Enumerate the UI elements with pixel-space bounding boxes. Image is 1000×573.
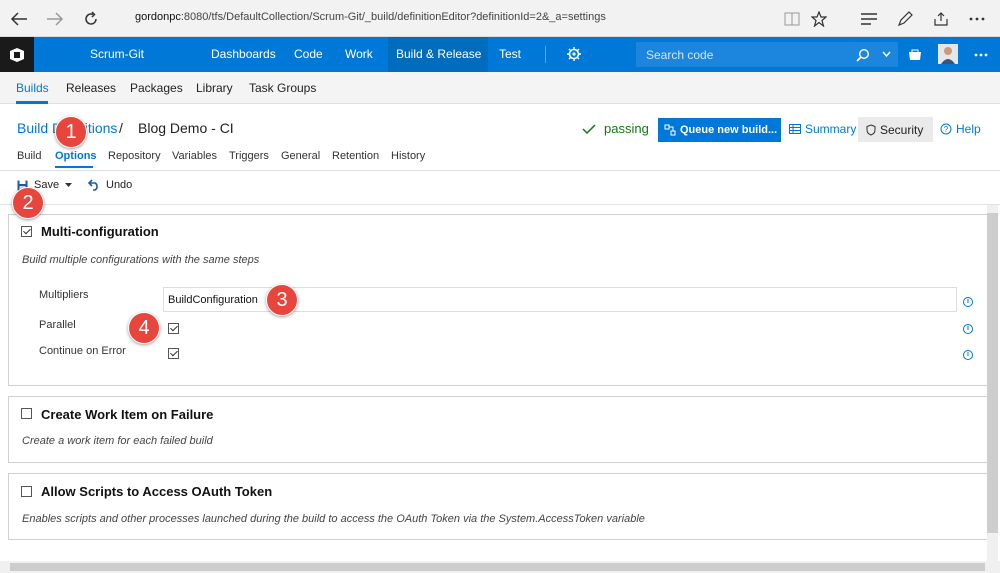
subnav-packages[interactable]: Packages [130,81,183,95]
undo-icon [88,179,100,191]
tab-build[interactable]: Build [17,150,41,162]
help-label: Help [956,122,981,136]
star-icon[interactable] [806,6,832,32]
multi-configuration-description: Build multiple configurations with the s… [22,254,260,266]
build-status-text: passing [604,121,649,136]
caret-down-icon [65,183,73,187]
parallel-info-icon[interactable]: i [963,324,973,334]
tab-triggers[interactable]: Triggers [229,150,269,162]
arrow-left-icon[interactable] [6,6,32,32]
avatar[interactable] [938,44,958,64]
search-icon[interactable] [856,48,870,62]
browser-toolbar: gordonpc:8080/tfs/DefaultCollection/Scru… [0,0,1000,37]
security-label: Security [880,122,924,137]
create-work-item-section: Create Work Item on Failure Create a wor… [8,396,988,463]
create-work-item-checkbox[interactable] [21,408,32,419]
chevron-down-icon[interactable] [882,51,891,57]
share-icon[interactable] [928,6,954,32]
search-placeholder: Search code [646,48,714,62]
subnav-releases[interactable]: Releases [66,81,116,95]
oauth-token-checkbox[interactable] [21,486,32,497]
help-icon: ? [940,123,952,135]
undo-label: Undo [106,179,133,191]
tab-options[interactable]: Options [55,150,97,162]
project-name[interactable]: Scrum-Git [90,47,144,61]
continue-on-error-checkbox[interactable] [168,348,179,359]
sub-navigation: Builds Releases Packages Library Task Gr… [0,72,1000,104]
callout-3: 3 [266,284,298,316]
tab-variables[interactable]: Variables [172,150,217,162]
callout-1: 1 [55,116,87,148]
nav-divider [545,46,546,63]
grid-icon [789,124,801,134]
ellipsis-icon[interactable] [974,53,988,57]
summary-button[interactable]: Summary [789,122,856,136]
queue-build-button[interactable]: Queue new build... [658,118,781,142]
continue-on-error-label: Continue on Error [39,345,126,357]
nav-work[interactable]: Work [345,47,373,61]
tab-history[interactable]: History [391,150,425,162]
ellipsis-icon[interactable] [964,6,990,32]
multi-configuration-checkbox[interactable] [21,226,32,237]
tab-repository[interactable]: Repository [108,150,161,162]
parallel-checkbox[interactable] [168,323,179,334]
tab-retention[interactable]: Retention [332,150,379,162]
oauth-token-section: Allow Scripts to Access OAuth Token Enab… [8,473,988,540]
create-work-item-title: Create Work Item on Failure [41,407,214,422]
continue-on-error-info-icon[interactable]: i [963,350,973,360]
page-title: Blog Demo - CI [138,120,234,136]
queue-build-label: Queue new build... [680,124,778,136]
arrow-right-icon[interactable] [42,6,68,32]
shopping-bag-icon[interactable] [908,48,922,61]
nav-build-release[interactable]: Build & Release [396,47,481,61]
parallel-label: Parallel [39,319,76,331]
multipliers-label: Multipliers [39,289,89,301]
undo-button[interactable]: Undo [88,179,132,191]
subnav-task-groups[interactable]: Task Groups [249,81,316,95]
gear-icon[interactable] [567,47,581,61]
tabs-divider [0,170,1000,171]
callout-4: 4 [128,312,160,344]
address-bar[interactable]: gordonpc:8080/tfs/DefaultCollection/Scru… [135,11,606,23]
build-status-badge: passing [582,121,649,136]
active-subnav-underline [16,101,48,104]
tab-general[interactable]: General [281,150,320,162]
queue-icon [664,124,676,136]
oauth-token-description: Enables scripts and other processes laun… [22,513,645,525]
callout-2: 2 [12,187,44,219]
subnav-library[interactable]: Library [196,81,233,95]
active-tab-underline [55,166,93,168]
create-work-item-description: Create a work item for each failed build [22,435,213,447]
shield-icon [866,123,876,136]
save-label: Save [34,179,60,191]
subnav-builds[interactable]: Builds [16,81,49,95]
summary-label: Summary [805,122,857,136]
oauth-token-title: Allow Scripts to Access OAuth Token [41,484,273,499]
book-icon[interactable] [779,6,805,32]
multipliers-info-icon[interactable]: i [963,297,973,307]
nav-test[interactable]: Test [499,47,521,61]
url-host: gordonpc [135,11,181,23]
top-header: Scrum-Git Dashboards Code Work Build & R… [0,37,1000,72]
check-icon [582,123,596,134]
pen-icon[interactable] [892,6,918,32]
toolbar-divider [0,204,1000,205]
nav-code[interactable]: Code [294,47,323,61]
security-button[interactable]: Security [858,117,933,142]
breadcrumb-separator: / [119,120,123,136]
vertical-scrollbar-thumb[interactable] [987,213,998,533]
help-button[interactable]: ? Help [940,122,981,136]
multi-configuration-title: Multi-configuration [41,224,159,239]
horizontal-scrollbar-thumb[interactable] [10,563,985,571]
vsts-logo-icon[interactable] [0,37,34,72]
refresh-icon[interactable] [78,6,104,32]
url-path: :8080/tfs/DefaultCollection/Scrum-Git/_b… [180,11,606,23]
hub-lines-icon[interactable] [856,6,882,32]
svg-text:?: ? [944,125,949,134]
nav-dashboards[interactable]: Dashboards [211,47,276,61]
